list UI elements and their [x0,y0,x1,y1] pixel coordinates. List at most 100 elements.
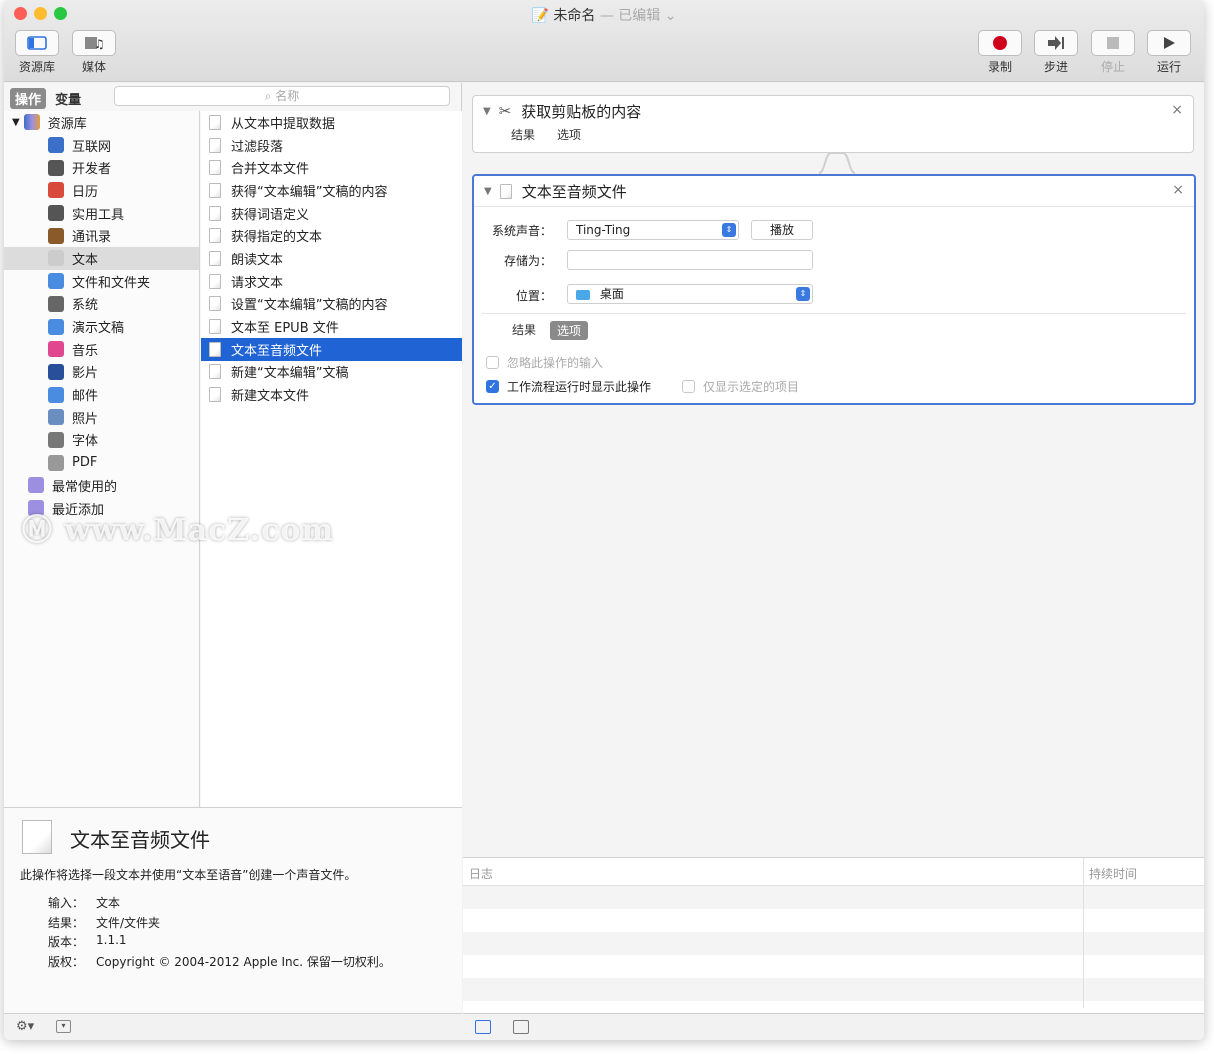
card-tabs: 结果 选项 [512,321,589,340]
action-item[interactable]: 文本至 EPUB 文件 [201,315,462,338]
title-chevron-icon[interactable]: ⌄ [665,8,677,24]
duration-column-header[interactable]: 持续时间 [1089,865,1137,882]
library-item[interactable]: 邮件 [4,383,199,406]
library-item[interactable]: 照片 [4,406,199,429]
library-item-label: 音乐 [72,343,99,359]
music-icon [48,341,64,358]
log-view-icon[interactable] [475,1020,491,1034]
stop-label: 停止 [1100,60,1125,74]
library-item[interactable]: 通讯录 [4,224,199,247]
text-document-icon [499,183,512,199]
action-item[interactable]: 合并文本文件 [201,156,462,179]
library-button[interactable]: 资源库 [15,30,59,75]
action-item[interactable]: 新建“文本编辑”文稿 [201,361,462,384]
show-selected-only-checkbox[interactable]: 仅显示选定的项目 [682,378,799,395]
action-item[interactable]: 请求文本 [201,270,462,293]
text-document-icon [209,228,221,244]
checkbox-label: 工作流程运行时显示此操作 [507,380,652,394]
action-item-label: 文本至 EPUB 文件 [231,321,339,337]
library-smart-item[interactable]: 最常使用的 [4,474,199,497]
action-item[interactable]: 从文本中提取数据 [201,111,462,134]
close-icon[interactable]: × [1172,182,1184,198]
tab-result[interactable]: 结果 [511,126,535,143]
disclosure-triangle-icon[interactable]: ▼ [12,117,20,128]
location-select[interactable]: 桌面 ⇕ [567,284,813,304]
library-item[interactable]: 开发者 [4,156,199,179]
disclosure-triangle-icon[interactable]: ▼ [484,186,492,197]
column-divider [1083,858,1084,1008]
tab-options[interactable]: 选项 [557,126,581,143]
close-icon[interactable]: × [1171,102,1183,118]
font-icon [48,431,64,448]
workflow-pane: ▼ ✂ 获取剪贴板的内容 × 结果 选项 ▼ 文本至音频文件 × 系统声音： T… [463,83,1204,1040]
library-item[interactable]: 文件和文件夹 [4,270,199,293]
ignore-input-checkbox[interactable]: 忽略此操作的输入 [486,354,603,371]
svg-text:♫: ♫ [94,37,104,51]
description-version: 版本： 1.1.1 [48,933,127,950]
stop-button[interactable]: 停止 [1091,30,1135,75]
library-item[interactable]: PDF [4,451,199,474]
log-column-header[interactable]: 日志 [469,865,493,882]
library-item[interactable]: 实用工具 [4,202,199,225]
record-button[interactable]: 录制 [978,30,1022,75]
toggle-description-icon[interactable]: ▾ [56,1020,71,1033]
show-when-run-checkbox[interactable]: ✓ 工作流程运行时显示此操作 [486,378,651,395]
library-item[interactable]: 日历 [4,179,199,202]
field-value: Copyright © 2004-2012 Apple Inc. 保留一切权利。 [96,955,391,969]
field-key: 版权： [48,955,85,969]
action-item[interactable]: 朗读文本 [201,247,462,270]
edited-status[interactable]: — 已编辑 [600,8,660,24]
library-item[interactable]: 演示文稿 [4,315,199,338]
gear-menu-icon[interactable]: ⚙▾ [16,1019,34,1034]
text-document-icon [209,296,221,312]
field-key: 版本： [48,935,85,949]
disclosure-triangle-icon[interactable]: ▼ [483,106,491,117]
save-as-input[interactable] [567,250,813,270]
library-item-label: 邮件 [72,389,99,405]
library-label: 资源库 [18,60,55,74]
log-header: 日志 持续时间 [463,858,1204,1008]
action-card-clipboard[interactable]: ▼ ✂ 获取剪贴板的内容 × 结果 选项 [472,95,1194,153]
library-item[interactable]: 系统 [4,293,199,316]
action-item[interactable]: 文本至音频文件 [201,337,462,361]
action-item[interactable]: 获得“文本编辑”文稿的内容 [201,179,462,202]
field-key: 结果： [48,916,85,930]
connector-icon [819,152,855,174]
action-item-label: 过滤段落 [231,139,284,155]
text-icon [48,250,64,267]
voice-select[interactable]: Ting-Ting ⇕ [567,220,739,240]
step-button[interactable]: 步进 [1034,30,1078,75]
library-root-label: 资源库 [47,116,87,132]
play-button[interactable]: 播放 [751,220,813,240]
action-item[interactable]: 获得词语定义 [201,202,462,225]
record-label: 录制 [987,60,1012,74]
tab-variables[interactable]: 变量 [50,88,86,109]
library-item[interactable]: 互联网 [4,134,199,157]
library-item[interactable]: 影片 [4,361,199,384]
library-item[interactable]: 字体 [4,429,199,452]
library-item[interactable]: 文本 [4,247,199,270]
action-item[interactable]: 过滤段落 [201,134,462,157]
log-pane: 日志 持续时间 [463,857,1204,1040]
document-icon: 📝 [531,8,549,24]
search-input[interactable]: ⌕ 名称 [114,86,450,106]
action-item-label: 文本至音频文件 [231,343,323,359]
media-button[interactable]: ♫ 媒体 [72,30,116,75]
action-card-text-to-audio[interactable]: ▼ 文本至音频文件 × 系统声音： Ting-Ting ⇕ 播放 存储为： 位置… [472,174,1196,405]
system-icon [48,295,64,312]
tab-result[interactable]: 结果 [512,321,536,340]
action-item[interactable]: 设置“文本编辑”文稿的内容 [201,293,462,316]
tab-options[interactable]: 选项 [550,321,589,340]
select-stepper-icon: ⇕ [796,287,810,301]
variables-view-icon[interactable] [513,1020,529,1034]
divider [474,206,1194,207]
library-root[interactable]: ▼ 资源库 [4,111,199,134]
run-button[interactable]: 运行 [1147,30,1191,75]
action-item[interactable]: 新建文本文件 [201,383,462,406]
library-item[interactable]: 音乐 [4,338,199,361]
tab-actions[interactable]: 操作 [10,88,47,109]
tools-icon [48,159,64,176]
checkbox-box [682,380,695,393]
action-item[interactable]: 获得指定的文本 [201,224,462,247]
text-document-icon [209,273,221,289]
